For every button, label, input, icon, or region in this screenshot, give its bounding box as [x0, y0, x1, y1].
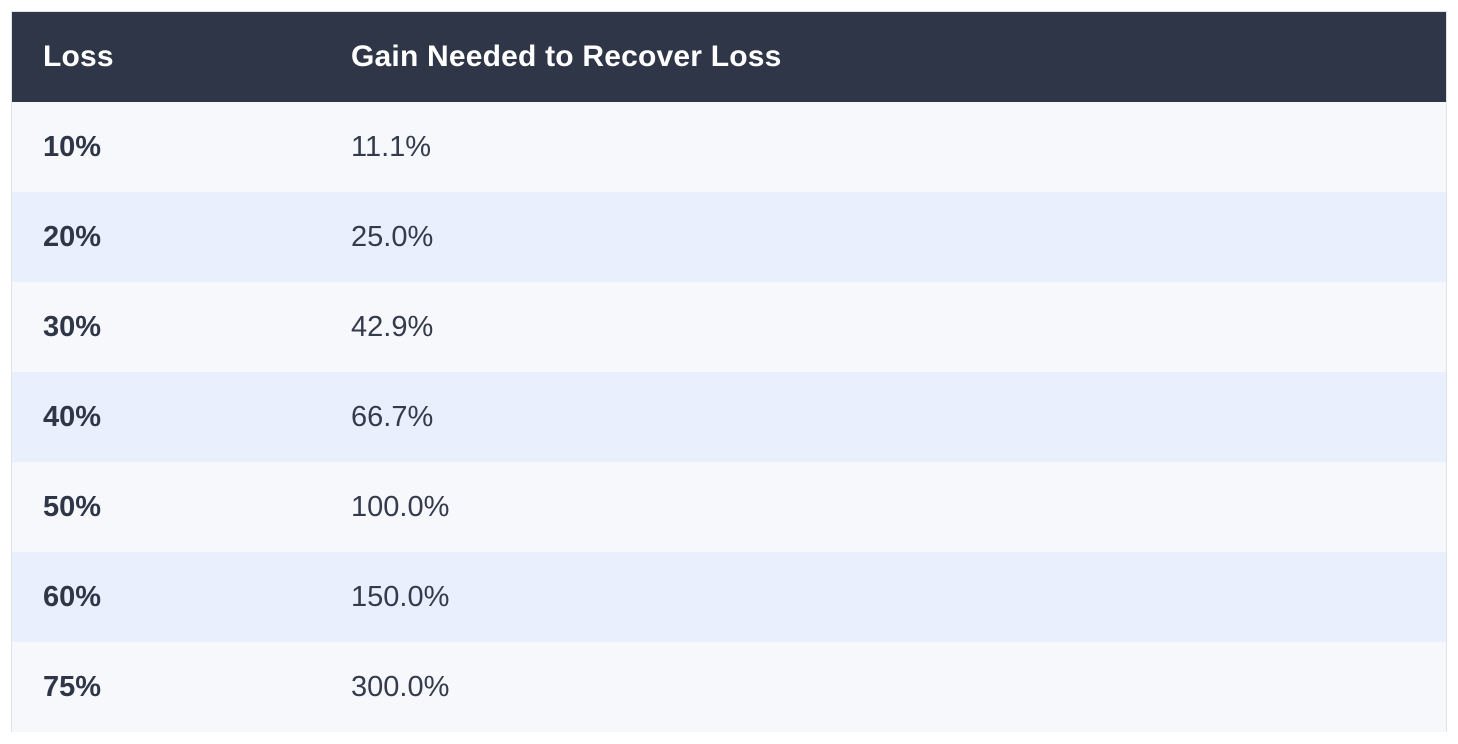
- gain-cell: 11.1%: [351, 130, 432, 163]
- table-row: 10% 11.1%: [12, 102, 1446, 192]
- table-row: 60% 150.0%: [12, 552, 1446, 642]
- loss-cell: 20%: [43, 220, 102, 253]
- loss-cell: 50%: [43, 490, 102, 523]
- loss-cell: 40%: [43, 400, 102, 433]
- gain-cell: 42.9%: [351, 310, 434, 343]
- loss-cell: 10%: [43, 130, 102, 163]
- loss-recovery-table: Loss Gain Needed to Recover Loss 10% 11.…: [12, 12, 1446, 732]
- gain-cell: 66.7%: [351, 400, 434, 433]
- table-row: 75% 300.0%: [12, 642, 1446, 732]
- header-gain-needed: Gain Needed to Recover Loss: [351, 40, 782, 73]
- table-header: Loss Gain Needed to Recover Loss: [12, 12, 1446, 102]
- table-body: 10% 11.1% 20% 25.0% 30% 42.9% 40% 66.7% …: [12, 102, 1446, 732]
- loss-cell: 60%: [43, 580, 102, 613]
- loss-cell: 30%: [43, 310, 102, 343]
- loss-cell: 75%: [43, 670, 102, 703]
- header-row: Loss Gain Needed to Recover Loss: [12, 12, 1446, 102]
- table-row: 30% 42.9%: [12, 282, 1446, 372]
- gain-cell: 300.0%: [351, 670, 450, 703]
- table-row: 50% 100.0%: [12, 462, 1446, 552]
- header-loss: Loss: [43, 40, 114, 73]
- loss-recovery-table-container: Loss Gain Needed to Recover Loss 10% 11.…: [11, 11, 1447, 732]
- table-row: 40% 66.7%: [12, 372, 1446, 462]
- gain-cell: 25.0%: [351, 220, 434, 253]
- gain-cell: 100.0%: [351, 490, 450, 523]
- table-row: 20% 25.0%: [12, 192, 1446, 282]
- gain-cell: 150.0%: [351, 580, 450, 613]
